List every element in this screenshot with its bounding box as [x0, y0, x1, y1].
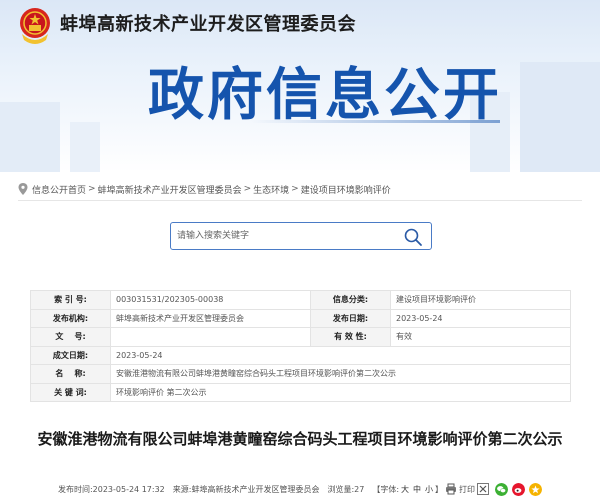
title-underline-decoration [250, 120, 500, 123]
breadcrumb-org[interactable]: 蚌埠高新技术产业开发区管理委员会 [98, 183, 242, 196]
info-table: 索 引 号: 003031531/202305-00038 信息分类: 建设项目… [30, 290, 571, 402]
source-label: 来源: [172, 484, 192, 494]
breadcrumb-current[interactable]: 建设项目环境影响评价 [301, 183, 391, 196]
created-date-label: 成文日期: [30, 345, 111, 365]
font-size-small[interactable]: 小 [425, 484, 433, 495]
index-label: 索 引 号: [30, 290, 111, 310]
breadcrumb-separator: > [243, 184, 252, 194]
breadcrumb-separator: > [88, 184, 96, 194]
keywords-label: 关 键 词: [30, 382, 111, 402]
print-icon[interactable] [445, 483, 457, 495]
article-meta: 发布时间: 2023-05-24 17:32 来源: 蚌埠高新技术产业开发区管理… [0, 482, 600, 496]
qzone-share-icon[interactable] [529, 482, 543, 496]
print-link[interactable]: 打印 [459, 484, 475, 495]
breadcrumb-divider [18, 200, 582, 201]
validity-value: 有效 [390, 327, 571, 347]
name-label: 名 称: [30, 364, 111, 384]
category-value: 建设项目环境影响评价 [390, 290, 571, 310]
portal-title: 政府信息公开 [148, 63, 502, 128]
created-date-value: 2023-05-24 [110, 345, 571, 365]
font-size-medium[interactable]: 中 [413, 484, 421, 495]
publish-date-label: 发布日期: [310, 308, 391, 328]
org-name[interactable]: 蚌埠高新技术产业开发区管理委员会 [60, 10, 356, 36]
background-building [0, 102, 60, 172]
index-value: 003031531/202305-00038 [110, 290, 311, 310]
publish-date-value: 2023-05-24 [390, 308, 571, 328]
wechat-share-icon[interactable] [495, 482, 509, 496]
published-label: 发布时间: [57, 484, 93, 494]
national-emblem-icon [20, 8, 50, 44]
validity-label: 有 效 性: [310, 327, 391, 347]
background-building [70, 122, 100, 172]
font-size-label: 【字体: [372, 484, 400, 494]
search-box [170, 222, 432, 250]
close-icon[interactable] [477, 483, 490, 495]
search-input[interactable] [177, 228, 397, 244]
font-size-close: 】 [435, 484, 444, 494]
header-banner: 蚌埠高新技术产业开发区管理委员会 政府信息公开 [0, 0, 600, 172]
breadcrumb-ecology[interactable]: 生态环境 [253, 183, 289, 196]
source-value: 蚌埠高新技术产业开发区管理委员会 [191, 484, 320, 494]
name-value: 安徽淮港物流有限公司蚌埠港黄疃窑综合码头工程项目环境影响评价第二次公示 [110, 364, 571, 384]
category-label: 信息分类: [310, 290, 391, 310]
weibo-share-icon[interactable] [512, 482, 526, 496]
table-row: 关 键 词: 环境影响评价 第二次公示 [30, 382, 571, 402]
breadcrumb-home[interactable]: 信息公开首页 [32, 183, 86, 196]
search-icon[interactable] [403, 227, 423, 247]
table-row: 文 号: 有 效 性: 有效 [30, 327, 571, 347]
article-title: 安徽淮港物流有限公司蚌埠港黄疃窑综合码头工程项目环境影响评价第二次公示 [37, 430, 563, 448]
font-size-large[interactable]: 大 [401, 484, 409, 495]
published-value: 2023-05-24 17:32 [92, 484, 165, 494]
table-row: 名 称: 安徽淮港物流有限公司蚌埠港黄疃窑综合码头工程项目环境影响评价第二次公示 [30, 364, 571, 384]
table-row: 索 引 号: 003031531/202305-00038 信息分类: 建设项目… [30, 290, 571, 310]
views-label: 浏览量: [327, 484, 355, 494]
views-value: 27 [354, 484, 365, 494]
breadcrumb: 信息公开首页 > 蚌埠高新技术产业开发区管理委员会 > 生态环境 > 建设项目环… [18, 182, 391, 196]
doc-no-label: 文 号: [30, 327, 111, 347]
table-row: 成文日期: 2023-05-24 [30, 345, 571, 365]
location-pin-icon [18, 183, 28, 195]
keywords-value: 环境影响评价 第二次公示 [110, 382, 571, 402]
breadcrumb-separator: > [291, 184, 299, 194]
background-building [520, 62, 600, 172]
publisher-label: 发布机构: [30, 308, 111, 328]
table-row: 发布机构: 蚌埠高新技术产业开发区管理委员会 发布日期: 2023-05-24 [30, 308, 571, 328]
publisher-value: 蚌埠高新技术产业开发区管理委员会 [110, 308, 311, 328]
doc-no-value [110, 327, 311, 347]
